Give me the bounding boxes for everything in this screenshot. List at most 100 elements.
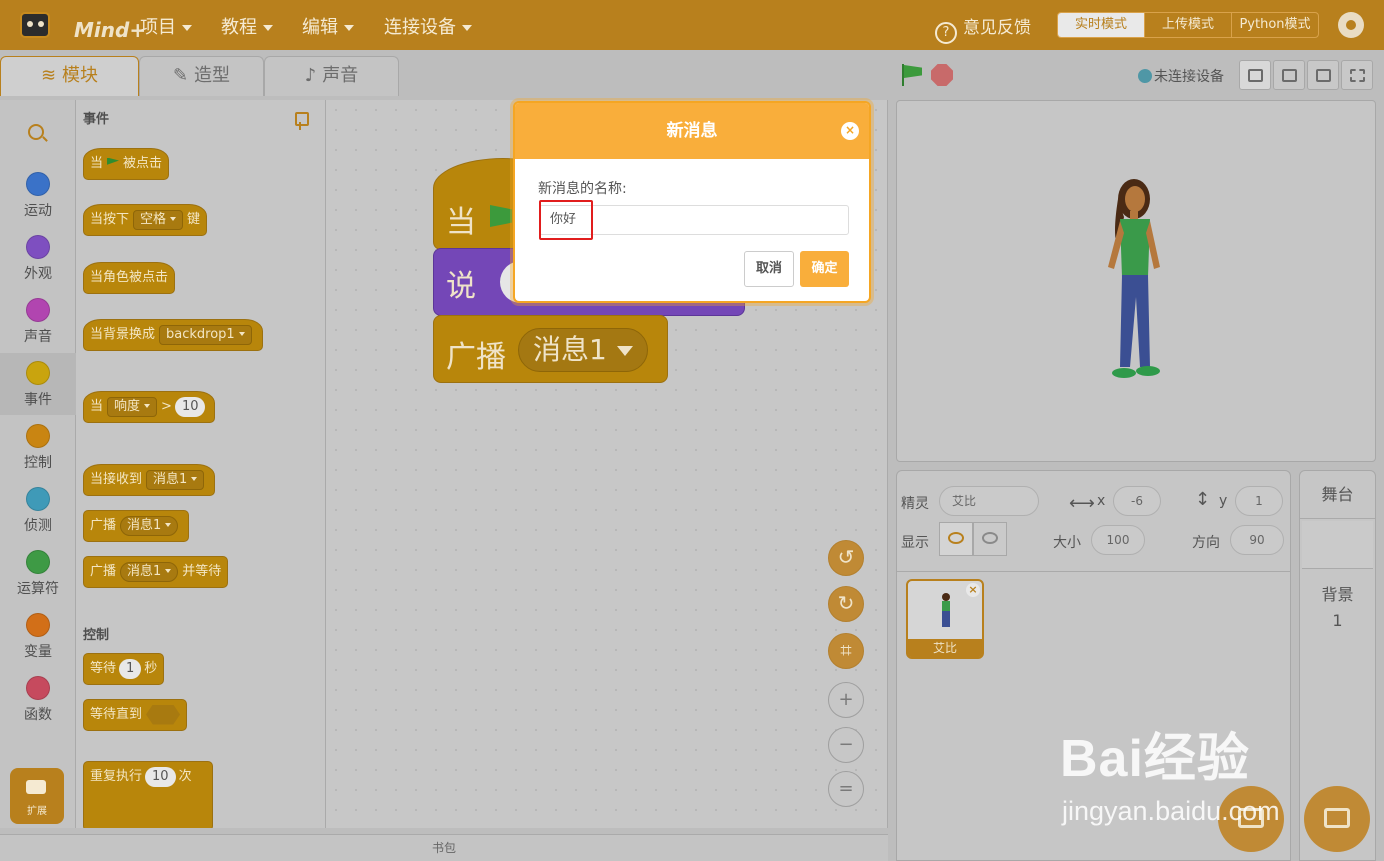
category-operators[interactable]: 运算符 bbox=[0, 542, 76, 604]
mode-python[interactable]: Python模式 bbox=[1231, 13, 1318, 37]
message-dropdown[interactable]: 消息1 bbox=[518, 328, 648, 372]
category-variables[interactable]: 变量 bbox=[0, 605, 76, 667]
stop-icon[interactable] bbox=[931, 64, 953, 86]
tab-sounds[interactable]: ♪ 声音 bbox=[264, 56, 399, 96]
menu-connect-device[interactable]: 连接设备 bbox=[384, 13, 472, 39]
extensions-button[interactable]: 扩展 bbox=[10, 768, 64, 824]
backpack-bar[interactable]: 书包 bbox=[0, 834, 888, 861]
small-stage-layout-icon[interactable] bbox=[1239, 60, 1271, 90]
undo-icon[interactable]: ↺ bbox=[828, 540, 864, 576]
category-sound[interactable]: 声音 bbox=[0, 290, 76, 352]
menu-edit[interactable]: 编辑 bbox=[302, 13, 354, 39]
sensor-dropdown[interactable]: 响度 bbox=[107, 396, 158, 417]
pin-icon[interactable] bbox=[294, 112, 309, 130]
y-input[interactable]: 1 bbox=[1235, 486, 1283, 516]
x-input[interactable]: -6 bbox=[1113, 486, 1161, 516]
large-stage-layout-icon[interactable] bbox=[1307, 60, 1339, 90]
mindplus-logo[interactable]: Mind+ bbox=[18, 8, 146, 44]
chevron-down-icon bbox=[170, 217, 177, 221]
message-dropdown[interactable]: 消息1 bbox=[120, 515, 179, 536]
fullscreen-icon[interactable] bbox=[1341, 60, 1373, 90]
hide-button[interactable] bbox=[973, 522, 1007, 556]
tab-costumes[interactable]: ✎ 造型 bbox=[139, 56, 264, 96]
search-icon[interactable] bbox=[28, 124, 44, 140]
control-dot bbox=[26, 424, 50, 448]
sprite-thumb-image bbox=[942, 593, 950, 627]
category-motion[interactable]: 运动 bbox=[0, 164, 76, 226]
chevron-down-icon bbox=[144, 404, 151, 408]
number-input[interactable]: 10 bbox=[174, 396, 206, 417]
block-broadcast[interactable]: 广播 消息1 bbox=[83, 510, 190, 542]
zoom-out-icon[interactable]: − bbox=[828, 727, 864, 763]
block-when-backdrop-switches[interactable]: 当背景换成 backdrop1 bbox=[83, 319, 263, 351]
menu-tutorial[interactable]: 教程 bbox=[221, 13, 273, 39]
block-when-sprite-clicked[interactable]: 当角色被点击 bbox=[83, 262, 176, 294]
block-text: 当背景换成 bbox=[90, 327, 156, 342]
category-functions[interactable]: 函数 bbox=[0, 668, 76, 730]
mode-upload[interactable]: 上传模式 bbox=[1144, 13, 1231, 37]
backdrop-dropdown[interactable]: backdrop1 bbox=[159, 324, 252, 345]
category-looks[interactable]: 外观 bbox=[0, 227, 76, 289]
block-wait-seconds[interactable]: 等待 1 秒 bbox=[83, 653, 165, 685]
chevron-down-icon bbox=[616, 346, 633, 356]
number-input[interactable]: 1 bbox=[119, 658, 142, 679]
mode-realtime[interactable]: 实时模式 bbox=[1058, 13, 1144, 37]
zoom-reset-icon[interactable]: = bbox=[828, 771, 864, 807]
motion-dot bbox=[26, 172, 50, 196]
category-events[interactable]: 事件 bbox=[0, 353, 76, 415]
block-when-loudness[interactable]: 当响度 >10 bbox=[83, 391, 216, 423]
block-when-receive[interactable]: 当接收到 消息1 bbox=[83, 464, 216, 496]
script-block-broadcast[interactable]: 广播 消息1 bbox=[433, 315, 668, 383]
crop-icon[interactable]: ⌗ bbox=[828, 633, 864, 669]
sound-dot bbox=[26, 298, 50, 322]
size-input[interactable]: 100 bbox=[1091, 525, 1145, 555]
block-repeat[interactable]: 重复执行 10 次 bbox=[83, 761, 213, 828]
chevron-down-icon bbox=[165, 523, 172, 527]
message-dropdown[interactable]: 消息1 bbox=[120, 561, 179, 582]
layout-glyph bbox=[1282, 69, 1297, 82]
number-input[interactable]: 10 bbox=[145, 766, 176, 787]
direction-input[interactable]: 90 bbox=[1230, 525, 1284, 555]
ok-button[interactable]: 确定 bbox=[800, 251, 849, 287]
green-flag-icon bbox=[490, 205, 512, 227]
category-sensing[interactable]: 侦测 bbox=[0, 479, 76, 541]
gear-icon[interactable] bbox=[1338, 12, 1364, 38]
key-dropdown[interactable]: 空格 bbox=[133, 209, 184, 230]
category-control[interactable]: 控制 bbox=[0, 416, 76, 478]
boolean-slot[interactable] bbox=[146, 704, 181, 725]
category-label: 函数 bbox=[24, 707, 52, 723]
block-text: 广播 bbox=[90, 518, 117, 533]
eye-slash-icon bbox=[982, 532, 998, 544]
close-icon[interactable]: × bbox=[841, 122, 859, 140]
message-value: 消息1 bbox=[127, 517, 162, 533]
tab-blocks[interactable]: ≋ 模块 bbox=[0, 56, 139, 96]
normal-stage-layout-icon[interactable] bbox=[1273, 60, 1305, 90]
menu-project[interactable]: 项目 bbox=[140, 13, 192, 39]
stage-canvas[interactable] bbox=[896, 100, 1376, 462]
baidu-watermark: Bai经验 jingyan.baidu.com bbox=[1060, 716, 1320, 836]
feedback-button[interactable]: ? 意见反馈 bbox=[935, 13, 1031, 44]
block-wait-until[interactable]: 等待直到 bbox=[83, 699, 188, 731]
sprite-name-input[interactable]: 艾比 bbox=[939, 486, 1039, 516]
tab-sounds-label: 声音 bbox=[322, 65, 359, 86]
category-label: 变量 bbox=[24, 644, 52, 660]
stage-thumbnail[interactable] bbox=[1302, 521, 1373, 569]
brush-icon: ✎ bbox=[172, 65, 189, 86]
green-flag-icon[interactable] bbox=[900, 64, 922, 86]
menu-bar: Mind+ 项目 教程 编辑 连接设备 ? 意见反馈 实时模式 上传模式 Pyth… bbox=[0, 0, 1384, 50]
cancel-button[interactable]: 取消 bbox=[744, 251, 794, 287]
block-when-flag-clicked[interactable]: 当 被点击 bbox=[83, 148, 170, 180]
show-visible-button[interactable] bbox=[939, 522, 973, 556]
zoom-in-icon[interactable]: + bbox=[828, 682, 864, 718]
tab-blocks-label: 模块 bbox=[62, 65, 99, 86]
message-dropdown[interactable]: 消息1 bbox=[146, 469, 205, 490]
sprite-thumbnail[interactable]: × 艾比 bbox=[906, 579, 984, 659]
delete-sprite-icon[interactable]: × bbox=[966, 583, 980, 597]
block-when-key-pressed[interactable]: 当按下 空格 键 bbox=[83, 204, 208, 236]
backdrop-value: backdrop1 bbox=[166, 326, 235, 342]
menu-project-label: 项目 bbox=[140, 17, 176, 38]
block-text: 当角色被点击 bbox=[90, 270, 169, 285]
redo-icon[interactable]: ↻ bbox=[828, 586, 864, 622]
block-broadcast-and-wait[interactable]: 广播 消息1 并等待 bbox=[83, 556, 229, 588]
block-text: 当按下 bbox=[90, 212, 130, 227]
